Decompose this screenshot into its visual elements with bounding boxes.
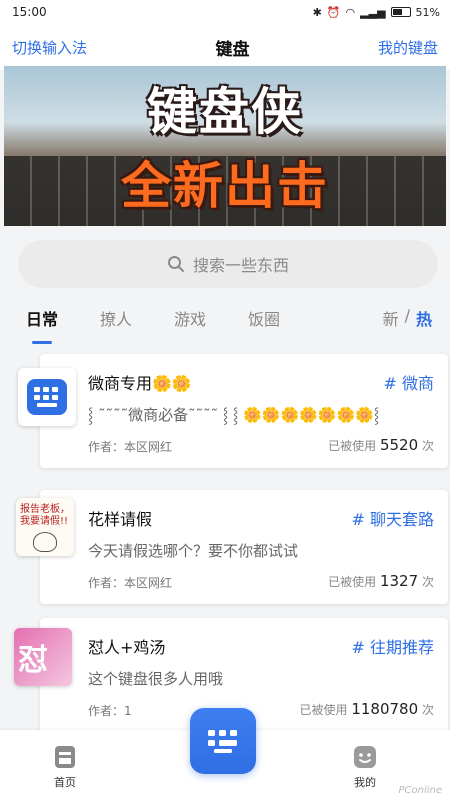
status-bar: 15:00 ✱ ⏰ ◠ ▂▃▅ 51%: [0, 0, 450, 24]
battery-percent: 51%: [415, 5, 440, 19]
nav-home[interactable]: 首页: [52, 744, 78, 790]
card-name: 微商专用🌼🌼: [88, 374, 192, 393]
card-thumbnail-meme-image: 怼: [14, 628, 72, 686]
status-icons: ✱ ⏰ ◠ ▂▃▅ 51%: [313, 6, 440, 19]
search-input[interactable]: 搜索一些东西: [18, 240, 438, 288]
card-tag-link[interactable]: # 往期推荐: [352, 634, 435, 658]
category-tabs: 日常 撩人 游戏 饭圈 新 / 热: [0, 296, 450, 340]
card-tag-link[interactable]: # 微商: [384, 370, 435, 394]
status-time: 15:00: [12, 5, 47, 19]
keyboard-card[interactable]: 微商专用🌼🌼 # 微商 ⸾ ˜˜˜˜微商必备˜˜˜˜ ⸾ ⸾ 🌼🌼🌼🌼🌼🌼🌼⸾ …: [40, 354, 448, 468]
promo-banner[interactable]: 键盘侠 全新出击: [4, 66, 446, 226]
banner-subtitle: 全新出击: [121, 157, 329, 215]
search-placeholder: 搜索一些东西: [192, 256, 289, 275]
home-icon: [55, 746, 75, 768]
card-author: 作者：本区网红: [88, 576, 173, 590]
wifi-icon: ◠: [345, 5, 356, 19]
search-icon: [167, 256, 184, 272]
keyboard-card[interactable]: 花样请假 # 聊天套路 今天请假选哪个？要不你都试试 作者：本区网红 已被使用 …: [40, 490, 448, 604]
card-description: 这个键盘很多人用哦: [88, 670, 224, 688]
card-tag-link[interactable]: # 聊天套路: [352, 506, 435, 530]
switch-input-method-link[interactable]: 切换输入法: [12, 37, 87, 58]
nav-home-label: 首页: [54, 776, 76, 789]
battery-icon: [390, 7, 411, 17]
tab-flirt[interactable]: 撩人: [92, 302, 140, 334]
tab-games[interactable]: 游戏: [166, 302, 214, 334]
card-name: 怼人+鸡汤: [88, 638, 166, 657]
keyboard-button[interactable]: [190, 708, 256, 774]
card-author: 作者：本区网红: [88, 440, 173, 454]
sort-hot-button[interactable]: 热: [416, 306, 432, 330]
card-author: 作者：1: [88, 704, 132, 718]
card-thumbnail-keyboard-icon: [18, 368, 76, 426]
watermark: PConline: [398, 785, 442, 796]
profile-icon: [354, 746, 376, 768]
card-description: 今天请假选哪个？要不你都试试: [88, 542, 299, 560]
tab-daily[interactable]: 日常: [18, 302, 66, 334]
nav-mine-label: 我的: [354, 776, 376, 789]
top-header: 切换输入法 键盘 我的键盘: [0, 24, 450, 70]
card-thumbnail-meme-image: 报告老板，我要请假!!: [16, 498, 74, 556]
sort-new-button[interactable]: 新: [383, 306, 399, 330]
tab-fandom[interactable]: 饭圈: [240, 302, 288, 334]
my-keyboard-link[interactable]: 我的键盘: [378, 37, 438, 58]
sort-separator: /: [404, 306, 410, 325]
card-usage: 已被使用 1180780 次: [299, 700, 435, 718]
sort-toggle: 新 / 热: [383, 306, 432, 330]
card-description: ⸾ ˜˜˜˜微商必备˜˜˜˜ ⸾ ⸾ 🌼🌼🌼🌼🌼🌼🌼⸾: [88, 406, 380, 424]
keyboard-icon: [208, 730, 237, 753]
alarm-icon: ⏰: [326, 5, 341, 19]
bluetooth-icon: ✱: [312, 5, 322, 19]
signal-icon: ▂▃▅: [360, 5, 386, 19]
nav-mine[interactable]: 我的: [352, 744, 378, 790]
card-usage: 已被使用 1327 次: [328, 572, 434, 590]
card-usage: 已被使用 5520 次: [328, 436, 434, 454]
banner-title: 键盘侠: [147, 83, 303, 141]
page-title: 键盘: [215, 39, 250, 60]
card-name: 花样请假: [88, 510, 153, 529]
